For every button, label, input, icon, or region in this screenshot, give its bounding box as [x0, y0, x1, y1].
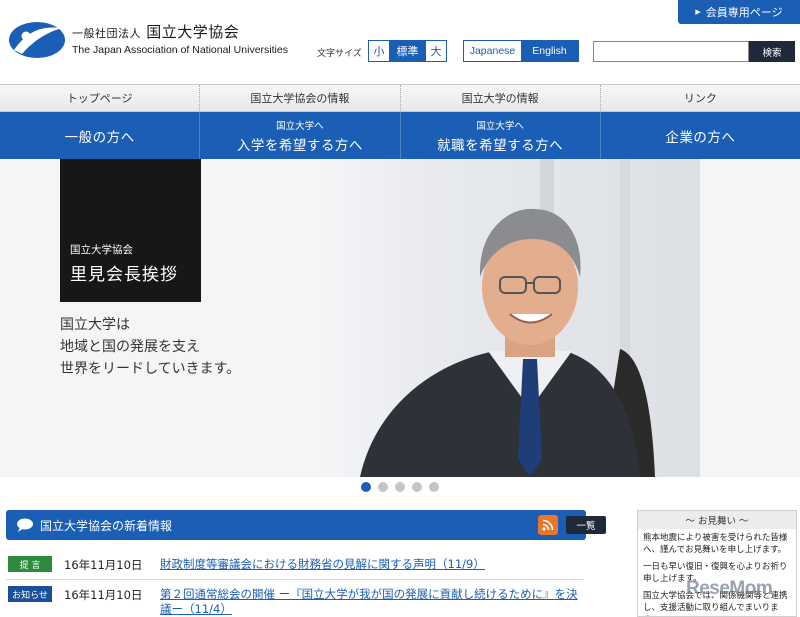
nav-links[interactable]: リンク [601, 85, 800, 111]
lang-english-button[interactable]: English [521, 41, 578, 61]
resemom-watermark: ReseMom [686, 578, 773, 599]
slider-dot[interactable] [361, 482, 371, 492]
slider-dot[interactable] [412, 482, 422, 492]
font-size-normal-button[interactable]: 標準 [389, 41, 426, 61]
hero-card-title: 里見会長挨拶 [70, 265, 178, 285]
jsanu-logo-icon[interactable] [8, 20, 66, 60]
nav-label: 企業の方へ [665, 129, 736, 146]
slider-pagination [0, 477, 800, 497]
president-message-card[interactable]: 国立大学協会 里見会長挨拶 [60, 159, 201, 302]
president-photo [320, 159, 700, 477]
nav-general-public[interactable]: 一般の方へ [0, 112, 201, 159]
member-page-button[interactable]: ▶ 会員専用ページ [678, 0, 800, 24]
news-badge-proposal: 提 言 [8, 556, 52, 572]
news-all-button[interactable]: 一覧 [566, 516, 606, 534]
news-item: 提 言 16年11月10日 財政制度等審議会における財務省の見解に関する声明（1… [6, 550, 584, 580]
hero-slider[interactable]: 国立大学協会 里見会長挨拶 国立大学は 地域と国の発展を支え 世界をリードしてい… [0, 159, 800, 477]
nav-sublabel: 国立大学へ [276, 120, 324, 132]
hero-line: 世界をリードしていきます。 [60, 361, 241, 377]
nav-sublabel: 国立大学へ [476, 120, 524, 132]
news-list: 提 言 16年11月10日 財政制度等審議会における財務省の見解に関する声明（1… [6, 550, 584, 617]
org-name-main: 国立大学協会 [146, 23, 240, 41]
slider-dot[interactable] [429, 482, 439, 492]
site-header: 一般社団法人 国立大学協会 The Japan Association of N… [0, 0, 800, 84]
nav-top-page[interactable]: トップページ [0, 85, 201, 111]
arrow-right-icon: ▶ [695, 8, 701, 16]
search-button[interactable]: 検索 [749, 41, 795, 62]
primary-nav: 一般の方へ 国立大学へ 入学を希望する方へ 国立大学へ 就職を希望する方へ 企業… [0, 112, 800, 159]
nav-university-info[interactable]: 国立大学の情報 [401, 85, 601, 111]
font-size-large-button[interactable]: 大 [426, 41, 446, 61]
member-page-label: 会員専用ページ [705, 6, 783, 19]
sympathy-notice: ～ お見舞い ～ 熊本地震により被害を受けられた皆様へ、謹んでお見舞いを申し上げ… [637, 510, 797, 617]
nav-association-info[interactable]: 国立大学協会の情報 [200, 85, 401, 111]
news-item: お知らせ 16年11月10日 第２回通常総会の開催 ー『国立大学が我が国の発展に… [6, 580, 584, 617]
news-date: 16年11月10日 [64, 588, 143, 602]
nav-companies[interactable]: 企業の方へ [601, 112, 800, 159]
font-size-small-button[interactable]: 小 [369, 41, 389, 61]
nav-label: 一般の方へ [64, 129, 135, 146]
font-size-switcher: 小 標準 大 [368, 40, 447, 62]
search-input[interactable] [593, 41, 749, 62]
hero-line: 地域と国の発展を支え [60, 339, 200, 355]
hero-line: 国立大学は [60, 317, 130, 333]
rss-icon[interactable] [538, 515, 558, 535]
language-switcher: Japanese English [463, 40, 579, 62]
org-name[interactable]: 一般社団法人 国立大学協会 [72, 21, 239, 42]
slider-dot[interactable] [378, 482, 388, 492]
news-link[interactable]: 第２回通常総会の開催 ー『国立大学が我が国の発展に貢献し続けるために』を決議ー（… [160, 587, 580, 617]
org-name-en: The Japan Association of National Univer… [72, 44, 288, 56]
hero-card-subtitle: 国立大学協会 [70, 244, 133, 256]
news-badge-notice: お知らせ [8, 586, 52, 602]
sympathy-body: 熊本地震により被害を受けられた皆様へ、謹んでお見舞いを申し上げます。 一日も早い… [638, 529, 796, 616]
speech-bubble-icon [17, 518, 33, 532]
sympathy-title: ～ お見舞い ～ [638, 511, 796, 529]
lang-japanese-button[interactable]: Japanese [464, 41, 521, 61]
org-type: 一般社団法人 [72, 27, 141, 40]
sympathy-paragraph: 熊本地震により被害を受けられた皆様へ、謹んでお見舞いを申し上げます。 [643, 533, 788, 555]
nav-label: 就職を希望する方へ [437, 137, 564, 154]
news-link[interactable]: 財政制度等審議会における財務省の見解に関する声明（11/9） [160, 557, 580, 572]
hero-tagline: 国立大学は 地域と国の発展を支え 世界をリードしていきます。 [60, 314, 240, 380]
secondary-nav: トップページ 国立大学協会の情報 国立大学の情報 リンク [0, 84, 800, 112]
font-size-label: 文字サイズ [317, 49, 362, 59]
nav-label: 入学を希望する方へ [236, 137, 363, 154]
slider-dot[interactable] [395, 482, 405, 492]
news-date: 16年11月10日 [64, 558, 143, 572]
nav-job-seekers[interactable]: 国立大学へ 就職を希望する方へ [401, 112, 601, 159]
news-header: 国立大学協会の新着情報 [6, 510, 586, 540]
news-title: 国立大学協会の新着情報 [40, 518, 173, 533]
nav-prospective-students[interactable]: 国立大学へ 入学を希望する方へ [200, 112, 401, 159]
